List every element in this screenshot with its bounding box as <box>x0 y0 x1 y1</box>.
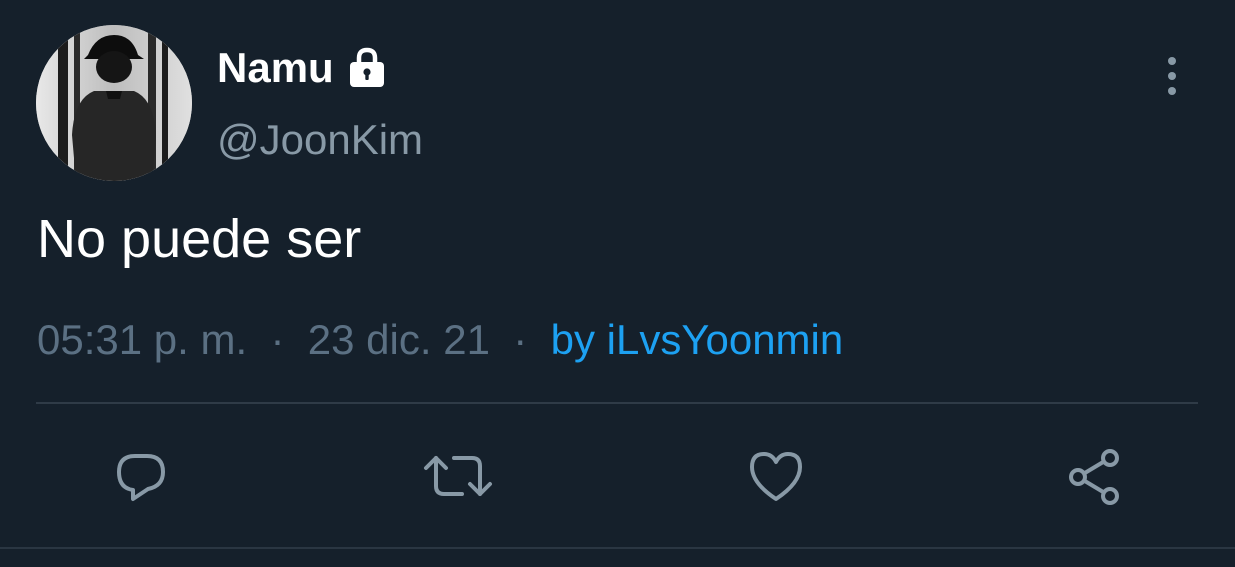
display-name[interactable]: Namu <box>217 44 334 92</box>
tweet-text: No puede ser <box>37 209 362 269</box>
reply-icon <box>117 454 165 501</box>
retweet-icon <box>424 456 492 496</box>
more-options-button[interactable] <box>1150 52 1194 100</box>
reply-button[interactable] <box>105 440 177 512</box>
more-vertical-icon <box>1168 57 1176 95</box>
tweet-metadata: 05:31 p. m. · 23 dic. 21 · by iLvsYoonmi… <box>37 316 843 364</box>
lock-icon <box>344 45 390 91</box>
tweet-detail: Namu @JoonKim No puede ser 05:31 p. m. ·… <box>0 0 1235 567</box>
display-name-row: Namu <box>217 42 390 94</box>
retweet-button[interactable] <box>422 440 494 512</box>
tweet-date: 23 dic. 21 <box>307 316 490 363</box>
divider <box>36 402 1198 404</box>
avatar[interactable] <box>36 25 192 181</box>
tweet-time: 05:31 p. m. <box>37 316 248 363</box>
share-button[interactable] <box>1058 440 1130 512</box>
user-handle[interactable]: @JoonKim <box>217 116 423 164</box>
meta-separator: · <box>501 316 539 363</box>
bottom-divider <box>0 547 1235 549</box>
action-bar <box>0 440 1235 512</box>
share-icon <box>1069 449 1119 505</box>
tweet-source-link[interactable]: by iLvsYoonmin <box>551 316 844 363</box>
heart-icon <box>750 452 802 501</box>
avatar-image <box>36 25 192 181</box>
like-button[interactable] <box>740 440 812 512</box>
meta-separator: · <box>258 316 297 363</box>
